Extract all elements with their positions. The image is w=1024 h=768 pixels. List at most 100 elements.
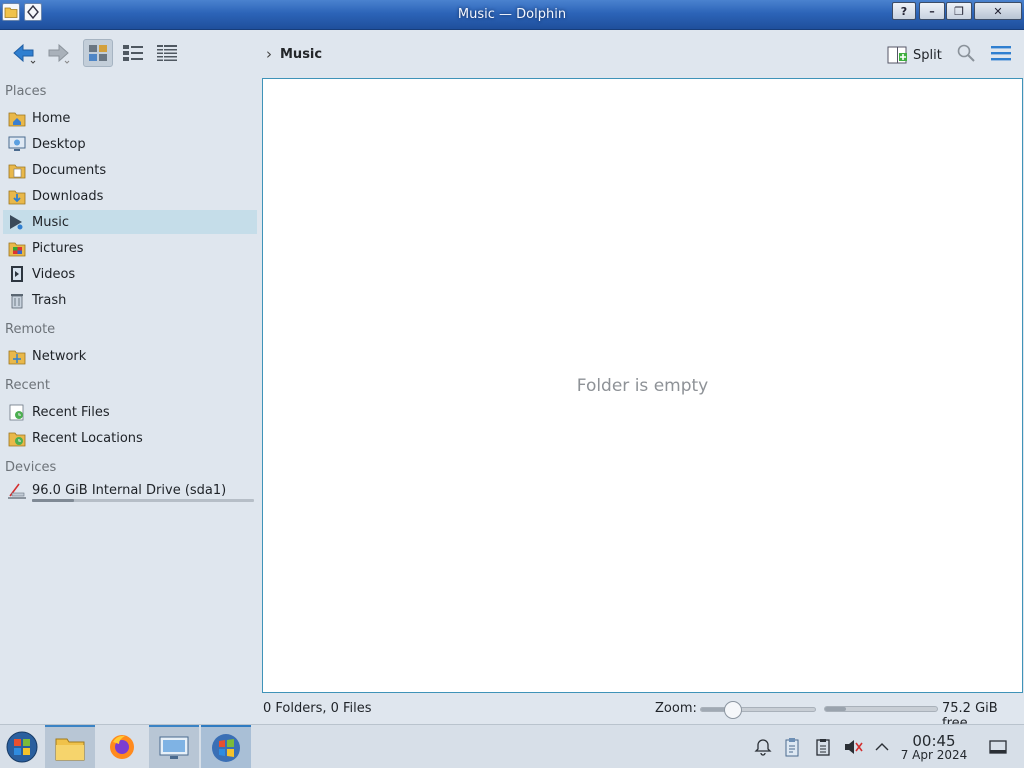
place-label: Documents [32,162,107,178]
split-label: Split [913,47,942,63]
zoom-label: Zoom: [655,701,697,716]
place-videos[interactable]: Videos [3,262,257,286]
firefox-icon [110,734,134,759]
place-label: Videos [32,266,76,282]
clipboard-tray[interactable] [782,737,802,757]
breadcrumb-separator: › [266,45,272,63]
system-settings-icon [159,736,189,759]
start-menu-button[interactable] [0,725,44,768]
compact-view-icon [123,45,143,61]
alarm-bell-icon [754,739,772,756]
place-internal-drive[interactable]: 96.0 GiB Internal Drive (sda1) [3,480,257,500]
place-label: Recent Files [32,404,110,420]
file-manager-icon [55,738,85,760]
status-bar: 0 Folders, 0 Files Zoom: 75.2 GiB free [0,697,1024,731]
drive-icon [7,480,27,500]
music-folder-icon [7,212,27,232]
section-places: Places [5,84,47,99]
home-folder-icon [7,108,27,128]
search-icon [957,44,975,62]
hamburger-menu-icon [991,46,1011,61]
help-button[interactable]: ? [892,2,916,20]
folder-view[interactable]: Folder is empty [262,78,1023,693]
icons-view-icon [89,45,107,61]
start-menu-icon [6,731,38,762]
drive-usage-bar [32,499,254,502]
place-documents[interactable]: Documents [3,158,257,182]
place-music[interactable]: Music [3,210,257,234]
recent-locations-icon [7,428,27,448]
details-view-button[interactable] [152,39,182,67]
place-trash[interactable]: Trash [3,288,257,312]
drive-usage-fill [32,499,75,502]
place-label: Desktop [32,136,86,152]
place-downloads[interactable]: Downloads [3,184,257,208]
notes-icon [816,739,830,756]
volume-tray[interactable] [843,737,863,757]
back-arrow-icon [13,43,36,64]
place-label: Network [32,348,87,364]
window-titlebar[interactable]: Music — Dolphin ? – ❐ ✕ [0,0,1024,30]
details-view-icon [157,45,177,61]
recent-files-icon [7,402,27,422]
place-desktop[interactable]: Desktop [3,132,257,156]
chevron-up-icon [875,743,889,751]
taskbar-file-manager[interactable] [45,725,95,768]
alarm-bell-tray[interactable] [753,737,773,757]
main-toolbar: › Music Split [0,31,1024,76]
compact-view-button[interactable] [118,39,148,67]
places-panel: Places Home Desktop Documents Downloads … [0,78,258,718]
place-label: Trash [32,292,67,308]
taskbar-windows-app[interactable] [201,725,251,768]
breadcrumb-current-folder[interactable]: Music [280,47,322,62]
expand-tray-button[interactable] [872,737,892,757]
menu-button[interactable] [987,39,1015,67]
downloads-folder-icon [7,186,27,206]
breadcrumb: › Music [266,45,322,63]
place-pictures[interactable]: Pictures [3,236,257,260]
free-space-bar[interactable] [824,706,938,712]
show-desktop-button[interactable] [988,737,1008,757]
windows-app-icon [212,733,240,762]
zoom-slider-handle[interactable] [723,701,742,719]
folder-counts: 0 Folders, 0 Files [263,701,372,716]
muted-speaker-icon [845,740,863,754]
minimize-button[interactable]: – [919,2,945,20]
taskbar-system-settings[interactable] [149,725,199,768]
empty-folder-message: Folder is empty [576,376,709,396]
place-label: Recent Locations [32,430,143,446]
window-title: Music — Dolphin [457,7,567,22]
forward-button[interactable] [42,39,74,67]
forward-arrow-icon [48,43,70,64]
icons-view-button[interactable] [83,39,113,67]
close-button[interactable]: ✕ [974,2,1022,20]
section-devices: Devices [5,460,57,475]
search-button[interactable] [953,39,979,67]
pictures-folder-icon [7,238,27,258]
place-label: Music [32,214,69,230]
place-network[interactable]: Network [3,344,257,368]
place-label: 96.0 GiB Internal Drive (sda1) [32,482,227,498]
documents-folder-icon [7,160,27,180]
show-desktop-icon [989,740,1007,754]
trash-icon [7,290,27,310]
back-button[interactable] [8,39,40,67]
section-remote: Remote [5,322,56,337]
free-space-fill [825,707,847,711]
split-button[interactable]: Split [887,43,942,67]
taskbar-firefox[interactable] [97,725,147,768]
place-label: Pictures [32,240,84,256]
zoom-slider[interactable] [700,701,816,719]
maximize-button[interactable]: ❐ [946,2,972,20]
network-folder-icon [7,346,27,366]
place-home[interactable]: Home [3,106,257,130]
videos-folder-icon [7,264,27,284]
section-recent: Recent [5,378,50,393]
place-recent-locations[interactable]: Recent Locations [3,426,257,450]
place-label: Home [32,110,71,126]
notes-tray[interactable] [813,737,833,757]
place-recent-files[interactable]: Recent Files [3,400,257,424]
place-label: Downloads [32,188,104,204]
clipboard-icon [785,738,799,757]
clock-date[interactable]: 7 Apr 2024 [896,748,972,762]
